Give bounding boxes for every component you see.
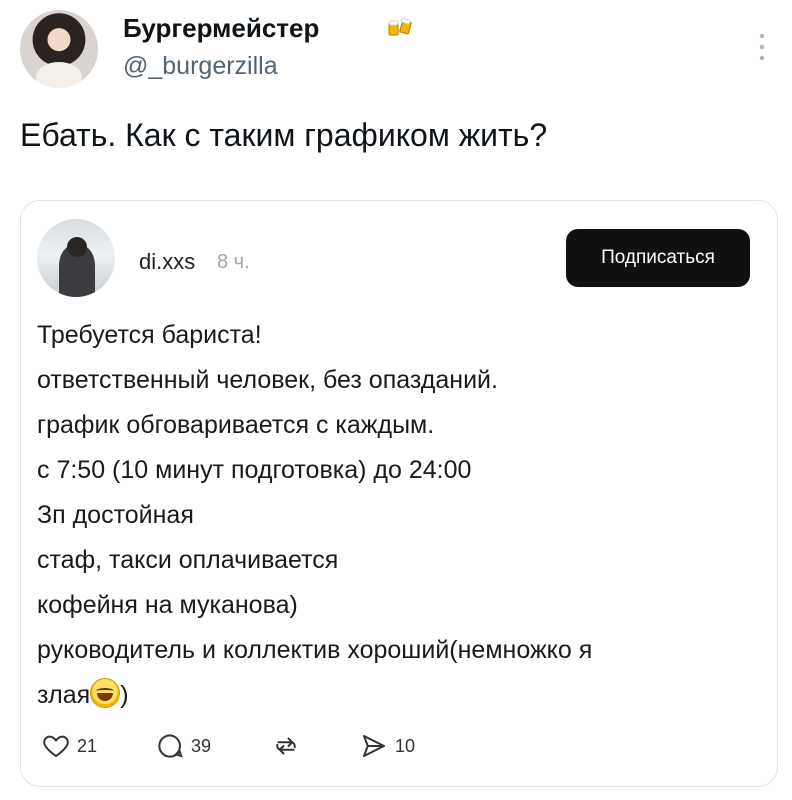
author-display-name[interactable]: Бургермейстер: [123, 13, 319, 44]
quoted-post-card[interactable]: di.xxs 8 ч. Подписаться Требуется барист…: [20, 200, 778, 787]
body-line-suffix: ): [120, 681, 129, 709]
like-count: 21: [77, 735, 98, 756]
repost-button[interactable]: [271, 731, 307, 761]
body-line: Зп достойная: [37, 501, 194, 529]
quoted-post-body: Требуется бариста! ответственный человек,…: [37, 313, 757, 718]
tweet-text: Ебать. Как с таким графиком жить?: [20, 117, 548, 153]
comment-button[interactable]: 39: [155, 731, 211, 761]
body-line: график обговаривается с каждым.: [37, 411, 435, 439]
follow-button[interactable]: Подписаться: [566, 229, 750, 287]
beer-mugs-icon: [388, 18, 412, 36]
body-line: ответственный человек, без опазданий.: [37, 366, 498, 394]
body-line: руководитель и коллектив хороший(немножк…: [37, 636, 593, 664]
comment-icon: [158, 734, 183, 758]
body-line: с 7:50 (10 минут подготовка) до 24:00: [37, 456, 472, 484]
body-line: Требуется бариста!: [37, 321, 262, 349]
author-avatar[interactable]: [20, 10, 98, 88]
heart-icon: [43, 735, 69, 758]
repost-icon: [276, 737, 296, 755]
share-count: 10: [395, 735, 416, 756]
grinning-sweat-emoji-icon: [90, 678, 121, 708]
like-button[interactable]: 21: [41, 731, 97, 761]
body-line-last: злая): [37, 673, 757, 718]
author-handle[interactable]: @_burgerzilla: [123, 52, 278, 81]
quoted-timestamp: 8 ч.: [217, 251, 250, 273]
more-vertical-icon[interactable]: [757, 30, 767, 64]
avatar-head: [67, 237, 87, 257]
comment-count: 39: [191, 735, 212, 756]
send-icon: [363, 735, 385, 757]
body-line: злая: [37, 681, 91, 709]
quoted-author-avatar[interactable]: [37, 219, 115, 297]
body-line: кофейня на муканова): [37, 591, 298, 619]
body-line: стаф, такси оплачивается: [37, 546, 339, 574]
share-button[interactable]: 10: [359, 731, 415, 761]
avatar-figure: [36, 62, 82, 88]
quoted-username[interactable]: di.xxs: [139, 249, 195, 275]
post-actions-bar: 21 39 10: [37, 731, 537, 767]
